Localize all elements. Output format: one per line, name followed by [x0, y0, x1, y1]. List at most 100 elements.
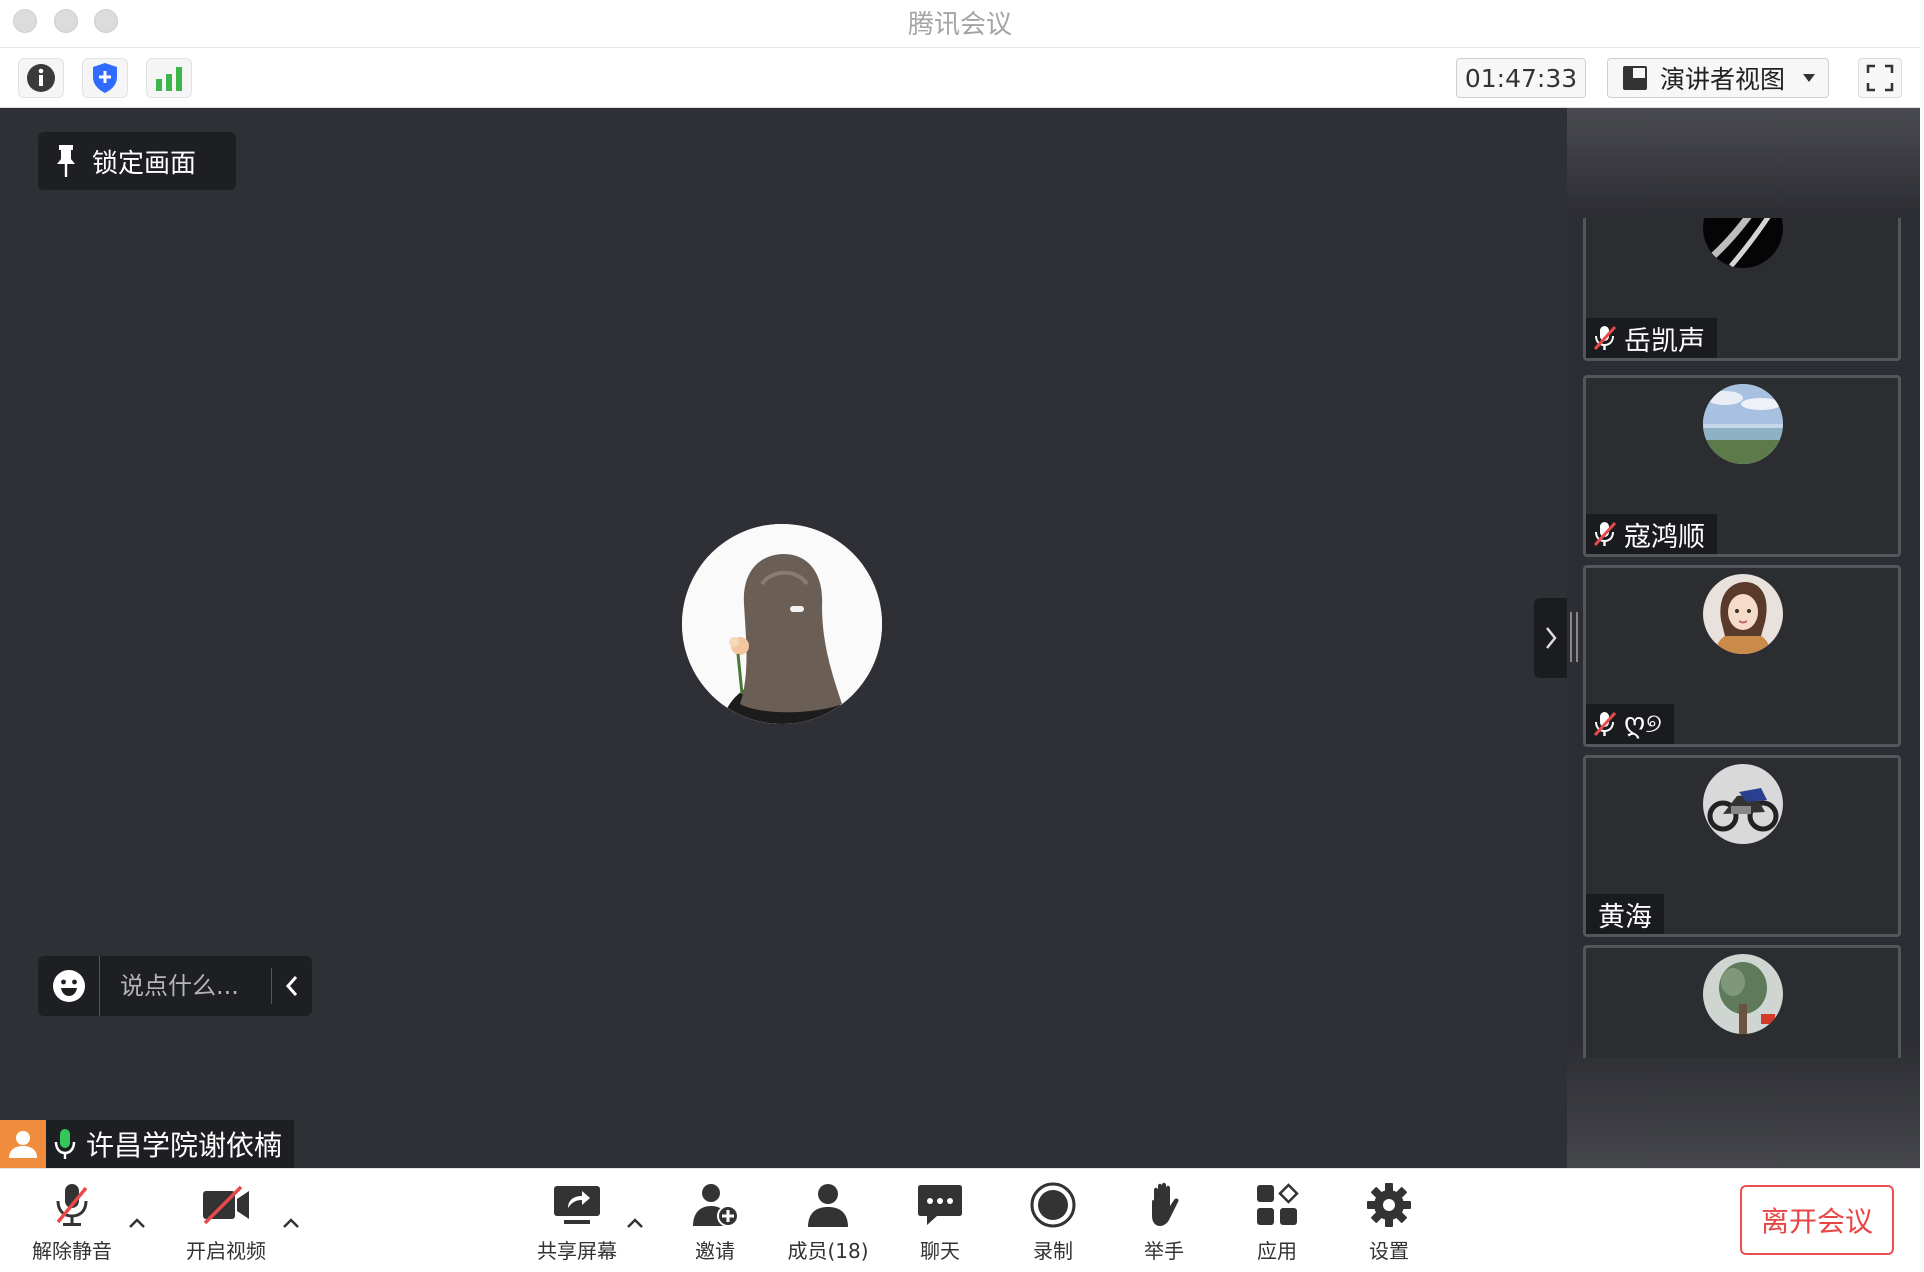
chevron-up-icon	[283, 1218, 299, 1228]
leave-meeting-button[interactable]: 离开会议	[1740, 1185, 1894, 1255]
network-status-button[interactable]	[146, 58, 192, 98]
chevron-left-icon	[285, 976, 298, 996]
signal-bars-icon	[156, 67, 182, 91]
speaker-layout-icon	[1623, 66, 1647, 90]
top-toolbar: 01:47:33 演讲者视图	[0, 48, 1920, 108]
shield-icon	[93, 63, 117, 93]
hand-icon	[1152, 1182, 1179, 1226]
active-speaker-tag: 许昌学院谢依楠	[0, 1120, 295, 1168]
fullscreen-icon	[1866, 64, 1894, 92]
camera-off-icon	[203, 1185, 249, 1225]
meeting-timer: 01:47:33	[1456, 58, 1586, 98]
participant-avatar	[1703, 218, 1783, 268]
members-button[interactable]: 成员(18)	[778, 1181, 878, 1265]
smiley-icon	[52, 970, 85, 1002]
apps-grid-icon	[1257, 1183, 1299, 1225]
record-label: 录制	[1033, 1239, 1073, 1263]
participant-name: 黄海	[1598, 901, 1652, 933]
invite-button[interactable]: 邀请	[665, 1181, 765, 1265]
toggle-participant-panel-button[interactable]	[1534, 598, 1567, 678]
audio-options-button[interactable]	[127, 1213, 147, 1233]
panel-resize-handle[interactable]	[1570, 612, 1578, 662]
motorcycle-avatar-icon	[1703, 764, 1783, 844]
members-label: 成员(18)	[787, 1239, 869, 1263]
meeting-info-button[interactable]	[18, 58, 64, 98]
apps-label: 应用	[1257, 1239, 1297, 1263]
share-screen-button[interactable]: 共享屏幕	[527, 1181, 627, 1265]
participant-tile[interactable]: 岳凯声	[1583, 218, 1901, 361]
chat-button[interactable]: 聊天	[890, 1181, 990, 1265]
unmute-label: 解除静音	[32, 1239, 112, 1263]
collapse-chat-button[interactable]	[272, 975, 312, 997]
participant-panel: 岳凯声 寇鸿顺 ღ୭ 黄海	[1567, 108, 1924, 1168]
apps-button[interactable]: 应用	[1227, 1181, 1327, 1265]
tree-photo-avatar-icon	[1703, 954, 1783, 1034]
window-right-edge	[1920, 0, 1924, 1272]
chat-label: 聊天	[920, 1239, 960, 1263]
meeting-window: 腾讯会议 01:47:33 演讲者视图 锁定画面 说点什么... 许昌学院谢依楠…	[0, 0, 1924, 1272]
record-button[interactable]: 录制	[1003, 1181, 1103, 1265]
participant-name: 寇鸿顺	[1624, 521, 1705, 553]
chevron-up-icon	[129, 1218, 145, 1228]
members-icon	[808, 1184, 848, 1227]
share-options-button[interactable]	[625, 1213, 645, 1233]
participant-avatar	[1703, 764, 1783, 844]
bottom-toolbar: 解除静音 开启视频 共享屏幕 邀请 成员(18) 聊天 录制 举手 应用 设置 …	[0, 1168, 1920, 1272]
microphone-muted-icon	[56, 1184, 88, 1226]
video-options-button[interactable]	[281, 1213, 301, 1233]
chat-input-placeholder[interactable]: 说点什么...	[100, 968, 272, 1004]
settings-label: 设置	[1369, 1239, 1409, 1263]
invite-label: 邀请	[695, 1239, 735, 1263]
participant-tile-list[interactable]: 岳凯声 寇鸿顺 ღ୭ 黄海	[1583, 218, 1903, 1058]
chevron-up-icon	[627, 1218, 643, 1228]
user-icon	[9, 1131, 37, 1158]
share-screen-icon	[554, 1186, 600, 1224]
participant-tile[interactable]	[1583, 945, 1901, 1058]
chat-bubble-icon	[918, 1185, 962, 1225]
info-icon	[27, 64, 55, 92]
title-bar: 腾讯会议	[0, 0, 1920, 48]
emoji-button[interactable]	[38, 956, 100, 1016]
moon-slice-avatar-icon	[1703, 218, 1783, 268]
participant-name: ღ୭	[1624, 708, 1662, 739]
view-mode-dropdown[interactable]: 演讲者视图	[1607, 58, 1829, 98]
participant-name: 岳凯声	[1624, 325, 1705, 357]
active-speaker-name: 许昌学院谢依楠	[86, 1129, 283, 1162]
microphone-muted-icon	[1593, 711, 1617, 737]
raise-hand-button[interactable]: 举手	[1114, 1181, 1214, 1265]
user-icon-box	[0, 1120, 46, 1168]
participant-avatar	[1703, 384, 1783, 464]
main-video-area: 锁定画面 说点什么... 许昌学院谢依楠	[0, 108, 1567, 1168]
start-video-button[interactable]: 开启视频	[176, 1181, 276, 1265]
settings-button[interactable]: 设置	[1339, 1181, 1439, 1265]
start-video-label: 开启视频	[186, 1239, 266, 1263]
microphone-active-icon	[54, 1129, 76, 1159]
raise-hand-label: 举手	[1144, 1239, 1184, 1263]
gear-icon	[1367, 1183, 1411, 1227]
chevron-down-icon	[1803, 74, 1816, 82]
participant-avatar	[1703, 954, 1783, 1034]
unmute-button[interactable]: 解除静音	[22, 1181, 122, 1265]
record-icon	[1030, 1182, 1076, 1228]
participant-tile[interactable]: 黄海	[1583, 755, 1901, 937]
participant-avatar	[1703, 574, 1783, 654]
participant-tile[interactable]: 寇鸿顺	[1583, 375, 1901, 557]
lock-view-button[interactable]: 锁定画面	[38, 132, 236, 190]
security-button[interactable]	[82, 58, 128, 98]
participant-tile[interactable]: ღ୭	[1583, 565, 1901, 747]
pin-icon	[57, 145, 75, 177]
share-screen-label: 共享屏幕	[537, 1239, 617, 1263]
microphone-muted-icon	[1593, 325, 1617, 351]
add-user-icon	[693, 1184, 739, 1227]
view-mode-label: 演讲者视图	[1660, 65, 1786, 94]
lock-view-label: 锁定画面	[92, 148, 197, 179]
microphone-muted-icon	[1593, 521, 1617, 547]
sky-landscape-avatar-icon	[1703, 384, 1783, 464]
chevron-right-icon	[1545, 627, 1557, 649]
window-title: 腾讯会议	[907, 10, 1012, 40]
cartoon-girl-avatar-icon	[1703, 574, 1783, 654]
fullscreen-button[interactable]	[1858, 58, 1902, 98]
speaker-avatar	[682, 524, 882, 724]
girl-back-portrait-icon	[682, 524, 882, 724]
chat-input-bar[interactable]: 说点什么...	[38, 956, 312, 1016]
